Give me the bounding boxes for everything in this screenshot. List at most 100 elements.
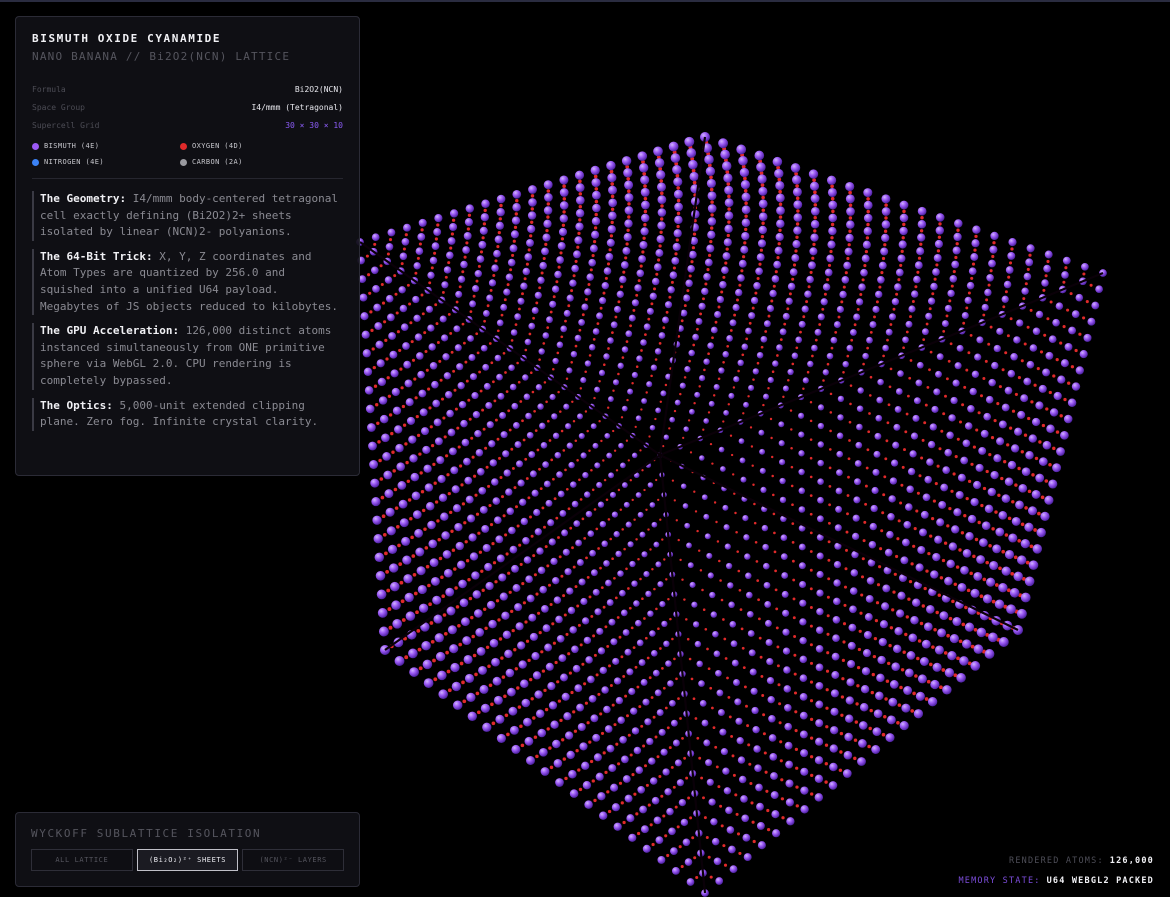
oxygen-atom bbox=[941, 668, 946, 672]
oxygen-atom bbox=[921, 604, 925, 608]
ncn-layers-button[interactable]: (NCN)²⁻ LAYERS bbox=[242, 849, 345, 871]
bismuth-atom bbox=[745, 327, 752, 335]
bismuth-atom bbox=[588, 694, 597, 703]
bismuth-atom bbox=[894, 627, 903, 636]
bismuth-atom bbox=[973, 571, 983, 581]
bismuth-atom bbox=[542, 332, 550, 339]
bismuth-atom bbox=[738, 438, 745, 444]
oxygen-atom bbox=[659, 179, 664, 183]
bismuth-atom bbox=[736, 144, 747, 155]
bismuth-atom bbox=[879, 620, 889, 629]
bismuth-atom bbox=[663, 434, 670, 440]
oxygen-atom bbox=[392, 469, 396, 473]
oxygen-atom bbox=[719, 579, 722, 582]
oxygen-atom bbox=[856, 307, 860, 311]
bismuth-atom bbox=[1029, 344, 1038, 352]
bismuth-atom bbox=[859, 721, 868, 730]
oxygen-atom bbox=[935, 610, 939, 615]
oxygen-atom bbox=[450, 232, 454, 236]
oxygen-atom bbox=[643, 196, 648, 201]
oxygen-atom bbox=[782, 395, 785, 399]
oxygen-atom bbox=[884, 457, 888, 461]
bismuth-atom bbox=[559, 214, 568, 223]
bismuth-atom bbox=[744, 553, 751, 560]
oxygen-atom bbox=[513, 486, 517, 490]
bismuth-atom bbox=[754, 150, 765, 161]
oxygen-atom bbox=[787, 378, 790, 382]
bismuth-atom bbox=[800, 767, 809, 776]
bismuth-atom bbox=[1016, 319, 1024, 327]
all-lattice-button[interactable]: ALL LATTICE bbox=[31, 849, 133, 871]
oxygen-atom bbox=[830, 184, 834, 189]
oxygen-atom bbox=[607, 518, 611, 521]
oxygen-atom bbox=[963, 514, 967, 518]
bismuth-atom bbox=[680, 818, 689, 827]
oxygen-atom bbox=[809, 643, 813, 647]
oxygen-atom bbox=[676, 224, 680, 229]
oxygen-atom bbox=[532, 316, 535, 320]
oxygen-atom bbox=[987, 283, 991, 287]
bismuth-atom bbox=[759, 467, 766, 474]
bismuth-atom bbox=[413, 262, 421, 270]
bismuth-atom bbox=[837, 414, 844, 421]
oxygen-atom bbox=[483, 208, 487, 213]
bismuth-atom bbox=[680, 483, 687, 489]
oxygen-atom bbox=[398, 562, 403, 566]
bismuth-atom bbox=[400, 323, 409, 332]
bismuth-atom bbox=[931, 405, 939, 413]
bismuth-atom bbox=[1028, 434, 1037, 443]
bi2o2-sheets-button[interactable]: (Bi₂O₂)²⁺ SHEETS bbox=[136, 849, 239, 871]
bismuth-atom bbox=[501, 611, 510, 620]
oxygen-atom bbox=[891, 608, 895, 612]
bismuth-atom bbox=[716, 689, 724, 697]
oxygen-atom bbox=[449, 510, 453, 515]
oxygen-atom bbox=[764, 330, 768, 333]
oxygen-atom bbox=[388, 413, 393, 417]
oxygen-atom bbox=[410, 340, 414, 344]
bismuth-atom bbox=[755, 267, 763, 276]
bismuth-atom bbox=[597, 792, 606, 801]
oxygen-atom bbox=[591, 254, 595, 258]
oxygen-atom bbox=[771, 370, 775, 373]
oxygen-atom bbox=[381, 514, 386, 519]
bismuth-atom bbox=[543, 206, 553, 215]
bismuth-atom bbox=[960, 456, 969, 465]
bismuth-atom bbox=[592, 328, 600, 335]
oxygen-atom bbox=[1069, 292, 1073, 296]
oxygen-atom bbox=[886, 338, 889, 342]
bismuth-atom bbox=[670, 719, 678, 727]
bismuth-atom bbox=[429, 362, 438, 370]
bismuth-atom bbox=[494, 354, 502, 362]
oxygen-atom bbox=[688, 657, 692, 661]
bismuth-atom bbox=[582, 471, 589, 479]
oxygen-atom bbox=[662, 326, 666, 330]
bismuth-atom bbox=[798, 468, 805, 476]
bismuth-atom bbox=[430, 576, 440, 586]
bismuth-atom bbox=[474, 430, 482, 438]
oxygen-atom bbox=[829, 429, 832, 433]
oxygen-atom bbox=[507, 571, 511, 575]
oxygen-atom bbox=[730, 453, 734, 457]
oxygen-atom bbox=[704, 282, 708, 286]
bismuth-atom bbox=[899, 226, 908, 236]
bismuth-atom bbox=[578, 432, 585, 440]
bismuth-atom bbox=[529, 470, 537, 478]
bismuth-atom bbox=[650, 364, 658, 371]
oxygen-atom bbox=[653, 287, 656, 291]
oxygen-atom bbox=[614, 596, 618, 600]
oxygen-atom bbox=[633, 792, 637, 796]
bismuth-atom bbox=[494, 235, 503, 244]
bismuth-atom bbox=[709, 591, 716, 599]
oxygen-atom bbox=[636, 831, 641, 836]
bismuth-atom bbox=[638, 255, 647, 263]
oxygen-atom bbox=[809, 755, 814, 759]
bismuth-atom bbox=[719, 728, 727, 736]
bismuth-atom bbox=[553, 759, 563, 768]
bismuth-atom bbox=[668, 141, 679, 152]
bismuth-atom bbox=[545, 662, 554, 671]
bismuth-atom bbox=[766, 304, 775, 313]
bismuth-atom bbox=[511, 564, 519, 573]
bismuth-atom bbox=[563, 309, 571, 317]
oxygen-atom bbox=[950, 489, 954, 493]
oxygen-atom bbox=[468, 417, 472, 421]
